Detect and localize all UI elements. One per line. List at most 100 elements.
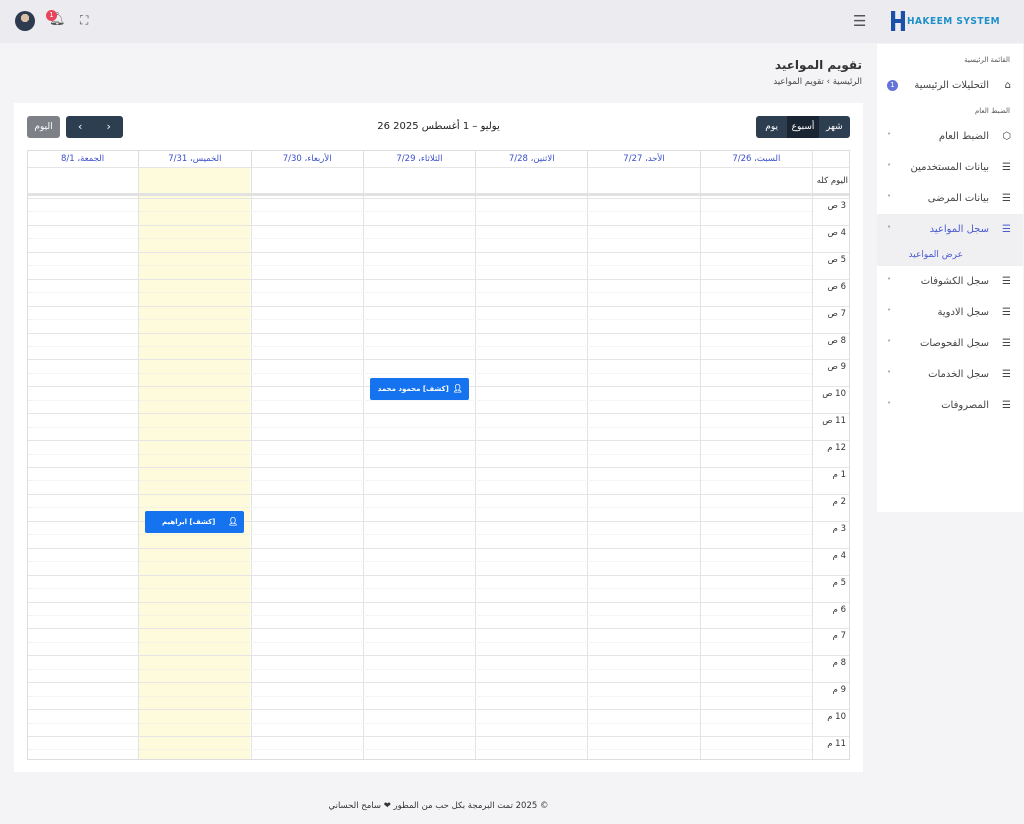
hour-label: 6 ص: [827, 281, 846, 292]
day-header[interactable]: السبت، 7/26: [699, 151, 812, 167]
half-hour-line: [28, 588, 812, 590]
sidebar-subitem-view-appointments[interactable]: عرض المواعيد: [877, 245, 1023, 266]
sidebar-item-5[interactable]: ☰ سجل الادوية ˅: [877, 297, 1023, 328]
chevron-down-icon[interactable]: ˅: [887, 132, 891, 141]
day-header[interactable]: الخميس، 7/31: [138, 151, 250, 167]
hour-line: [28, 278, 849, 280]
hour-line: [28, 655, 849, 657]
hour-label: 9 م: [832, 685, 846, 696]
hour-line: [28, 709, 849, 711]
half-hour-line: [28, 372, 812, 374]
list-icon: ☰: [1002, 338, 1011, 349]
hour-label: 4 م: [832, 550, 846, 561]
hour-line: [28, 440, 849, 442]
hamburger-menu-icon[interactable]: ☰: [853, 12, 866, 30]
half-hour-line: [28, 507, 812, 509]
hour-label: 10 م: [827, 712, 846, 723]
chevron-down-icon[interactable]: ˅: [887, 277, 891, 286]
half-hour-line: [28, 614, 812, 616]
day-header[interactable]: الجمعة، 8/1: [28, 151, 138, 167]
hour-label: 5 م: [832, 577, 846, 588]
user-icon: 👤︎: [228, 516, 239, 526]
sidebar-item-1[interactable]: ☰ بيانات المستخدمين ˅: [877, 152, 1023, 183]
hour-label: 11 ص: [822, 416, 846, 427]
count-badge: 1: [887, 80, 898, 91]
view-month-button[interactable]: شهر: [819, 116, 850, 138]
sidebar-item-2[interactable]: ☰ بيانات المرضى ˅: [877, 183, 1023, 214]
hour-line: [28, 467, 849, 468]
list-icon: ☰: [1002, 162, 1011, 173]
view-switcher: يوم أسبوع شهر: [756, 116, 850, 138]
sidebar-item-3[interactable]: ☰ سجل المواعيد ˄: [877, 214, 1023, 245]
list-icon: ☰: [1002, 193, 1011, 204]
appointment-event[interactable]: 👤︎[كشف] محمود محمد محمود: [369, 378, 469, 401]
allday-label: اليوم كله: [816, 176, 848, 186]
list-icon: ☰: [1002, 307, 1011, 318]
logo[interactable]: HAKEEM SYSTEM: [891, 11, 1000, 31]
sidebar-item-6[interactable]: ☰ سجل الفحوصات ˅: [877, 328, 1023, 359]
fullscreen-icon[interactable]: ⛶: [80, 13, 88, 28]
half-hour-line: [28, 722, 812, 724]
hour-label: 3 ص: [827, 201, 846, 211]
half-hour-line: [28, 561, 812, 563]
half-hour-line: [28, 749, 812, 751]
page-title: تقويم المواعيد: [774, 58, 862, 72]
hour-line: [28, 224, 849, 226]
hour-line: [28, 736, 849, 737]
sidebar-item-8[interactable]: ☰ المصروفات ˅: [877, 390, 1023, 421]
day-header[interactable]: الاثنين، 7/28: [475, 151, 587, 167]
hour-line: [28, 413, 849, 415]
list-icon: ☰: [1002, 224, 1011, 235]
breadcrumb-home[interactable]: الرئيسية: [833, 77, 862, 87]
hour-line: [28, 628, 849, 630]
half-hour-line: [28, 265, 812, 267]
sidebar-section-settings: الضبط العام: [974, 107, 1010, 115]
hour-line: [28, 251, 849, 253]
hour-line: [28, 332, 849, 334]
date-range-title: 26 يوليو – 1 أغسطس 2025: [377, 121, 500, 132]
hour-label: 7 م: [832, 631, 846, 642]
hour-label: 8 م: [832, 658, 846, 669]
half-hour-line: [28, 345, 812, 347]
appointment-event[interactable]: 👤︎[كشف] ابراهيم عبدالرحيم علي: [145, 510, 245, 533]
list-icon: ☰: [1002, 276, 1011, 287]
list-icon: ☰: [1002, 400, 1011, 411]
sidebar-item-0[interactable]: ⬡ الضبط العام ˅: [877, 121, 1023, 152]
hour-label: 12 م: [827, 443, 846, 454]
today-column-highlight: [138, 167, 251, 759]
avatar[interactable]: [15, 11, 35, 31]
hour-label: 11 م: [827, 739, 846, 749]
sidebar-item-dashboard[interactable]: ⌂ التحليلات الرئيسية 1: [877, 70, 1023, 101]
day-header[interactable]: الأحد، 7/27: [587, 151, 699, 167]
hour-label: 6 م: [832, 604, 846, 615]
chevron-down-icon[interactable]: ˅: [887, 194, 891, 203]
chevron-down-icon[interactable]: ˅: [887, 401, 891, 410]
half-hour-line: [28, 453, 812, 455]
chevron-down-icon[interactable]: ˅: [887, 370, 891, 379]
chevron-down-icon[interactable]: ˅: [887, 163, 891, 172]
half-hour-line: [28, 238, 812, 240]
sidebar-item-4[interactable]: ☰ سجل الكشوفات ˅: [877, 266, 1023, 297]
top-bar: 🔔︎ 1 ⛶ ☰ HAKEEM SYSTEM: [0, 0, 1024, 43]
hour-line: [28, 493, 849, 495]
home-icon: ⌂: [1004, 80, 1011, 91]
chevron-down-icon[interactable]: ˅: [887, 308, 891, 317]
chevron-down-icon[interactable]: ˅: [887, 339, 891, 348]
box-icon: ⬡: [1002, 131, 1011, 142]
day-header[interactable]: الثلاثاء، 7/29: [362, 151, 475, 167]
view-day-button[interactable]: يوم: [756, 116, 787, 138]
chevron-up-icon[interactable]: ˄: [887, 225, 891, 234]
view-week-button[interactable]: أسبوع: [787, 116, 819, 138]
hour-label: 1 م: [832, 470, 846, 480]
hour-label: 2 م: [832, 496, 846, 507]
hour-line: [28, 601, 849, 603]
half-hour-line: [28, 695, 812, 697]
half-hour-line: [28, 426, 812, 428]
sidebar-item-7[interactable]: ☰ سجل الخدمات ˅: [877, 359, 1023, 390]
hour-label: 3 م: [832, 523, 846, 534]
hour-label: 9 ص: [827, 362, 846, 373]
half-hour-line: [28, 641, 812, 643]
list-icon: ☰: [1002, 369, 1011, 380]
half-hour-line: [28, 292, 812, 294]
day-header[interactable]: الأربعاء، 7/30: [250, 151, 363, 167]
